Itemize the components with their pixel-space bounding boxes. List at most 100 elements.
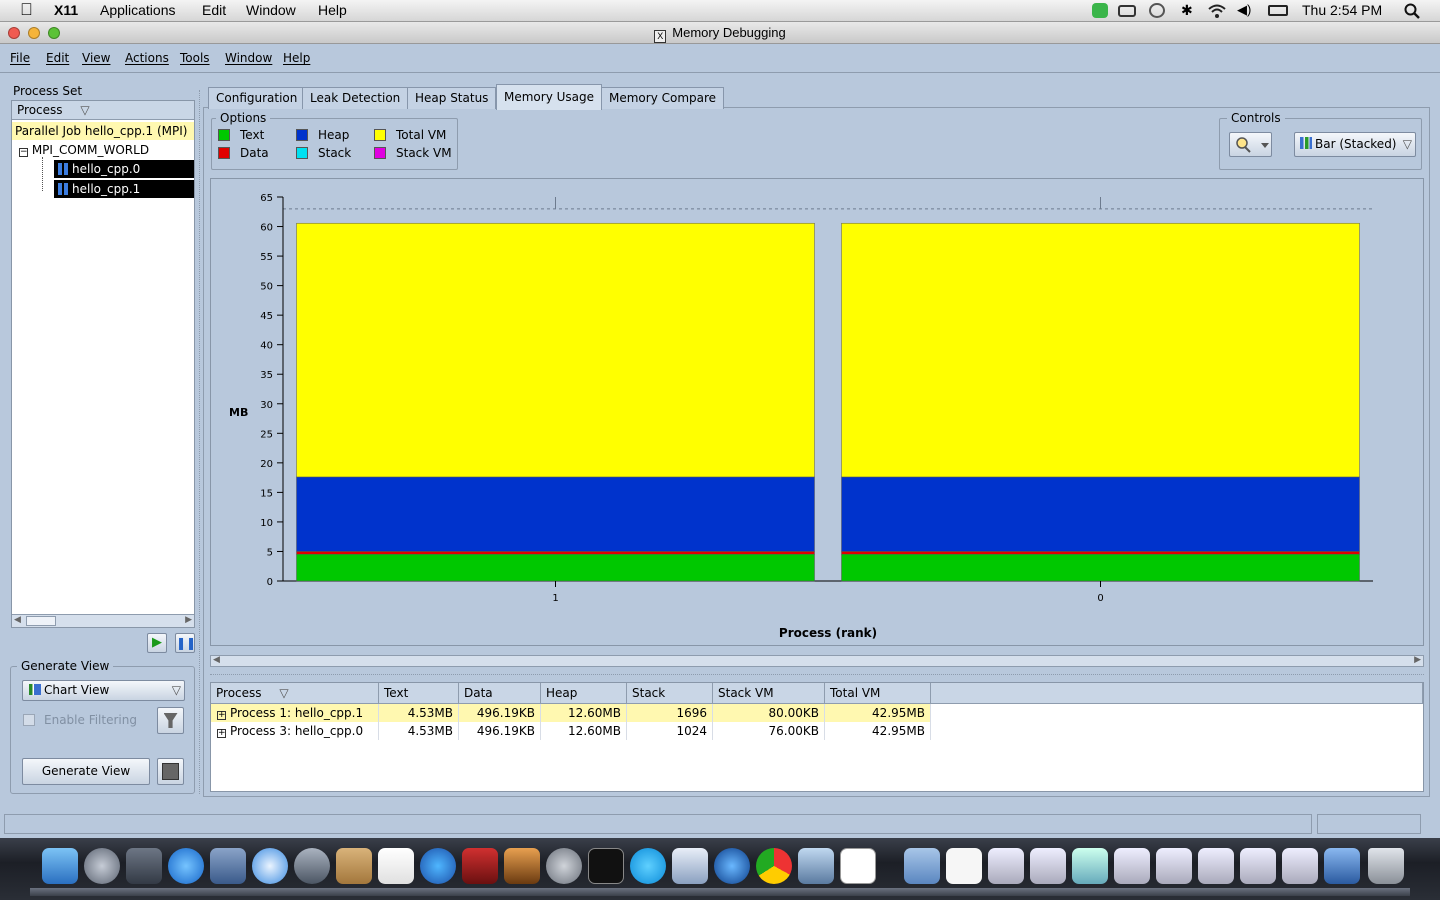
minimize-window-button[interactable] <box>28 27 40 39</box>
generate-view-button[interactable]: Generate View <box>22 758 150 785</box>
iphoto-icon[interactable] <box>504 848 540 884</box>
menu-clock[interactable]: Thu 2:54 PM <box>1302 2 1382 18</box>
column-header-text[interactable]: Text <box>379 683 459 704</box>
menu-edit[interactable]: Edit <box>202 2 226 18</box>
window-thumbnail-icon[interactable] <box>1030 848 1066 884</box>
window-thumbnail-icon[interactable] <box>1198 848 1234 884</box>
tree-expand-icon[interactable]: − <box>19 148 28 157</box>
scroll-thumb[interactable] <box>26 616 56 626</box>
sort-funnel-icon[interactable]: ▽ <box>276 686 288 700</box>
close-window-button[interactable] <box>8 27 20 39</box>
chrome-icon[interactable] <box>756 848 792 884</box>
menu-help-app[interactable]: Help <box>283 51 310 65</box>
image-capture-icon[interactable] <box>798 848 834 884</box>
finder-icon[interactable] <box>42 848 78 884</box>
parallel-job-row[interactable]: Parallel Job hello_cpp.1 (MPI) <box>12 122 194 140</box>
column-header-process[interactable]: Process ▽ <box>211 683 379 704</box>
option-data-checkbox[interactable] <box>218 147 230 159</box>
menu-help[interactable]: Help <box>318 2 347 18</box>
tab-memory-compare[interactable]: Memory Compare <box>601 87 725 109</box>
launchpad-icon[interactable] <box>84 848 120 884</box>
sort-funnel-icon[interactable]: ▽ <box>80 103 89 117</box>
filter-button[interactable] <box>157 707 184 734</box>
column-header-stack[interactable]: Stack <box>627 683 713 704</box>
tree-horizontal-scrollbar[interactable]: ◀ ▶ <box>12 614 194 627</box>
comm-world-row[interactable]: − MPI_COMM_WORLD <box>19 142 149 158</box>
photo-booth-icon[interactable] <box>462 848 498 884</box>
menu-view[interactable]: View <box>82 51 110 65</box>
tree-expand-icon[interactable]: + <box>217 711 226 720</box>
window-thumbnail-icon[interactable] <box>1240 848 1276 884</box>
process-column-header[interactable]: Process ▽ <box>12 101 194 120</box>
window-thumbnail-icon[interactable] <box>1114 848 1150 884</box>
facetime-icon[interactable] <box>294 848 330 884</box>
column-header-data[interactable]: Data <box>459 683 541 704</box>
spotlight-search-icon[interactable] <box>1404 3 1420 19</box>
scroll-left-icon[interactable]: ◀ <box>14 615 21 625</box>
quicktime-icon[interactable] <box>714 848 750 884</box>
terminal-icon[interactable] <box>588 848 624 884</box>
x11-icon[interactable] <box>840 848 876 884</box>
option-heap-checkbox[interactable] <box>296 129 308 141</box>
memory-usage-table[interactable]: Process ▽ Text Data Heap Stack Stack VM Total … <box>210 682 1424 792</box>
view-type-select[interactable]: Chart View ▽ <box>22 680 185 701</box>
scroll-left-icon[interactable]: ◀ <box>213 655 220 665</box>
zoom-window-button[interactable] <box>48 27 60 39</box>
app-menu[interactable]: X11 <box>54 2 78 18</box>
bluetooth-icon[interactable]: ✱ <box>1181 2 1193 19</box>
preview-icon[interactable] <box>210 848 246 884</box>
option-stack-checkbox[interactable] <box>296 147 308 159</box>
window-thumbnail-icon[interactable] <box>1156 848 1192 884</box>
menu-file[interactable]: File <box>10 51 30 65</box>
app-store-icon[interactable] <box>168 848 204 884</box>
menu-edit-app[interactable]: Edit <box>46 51 69 65</box>
skype-icon[interactable] <box>630 848 666 884</box>
zoom-button[interactable] <box>1229 132 1272 157</box>
pause-button[interactable]: ❚❚ <box>175 633 196 653</box>
option-text-checkbox[interactable] <box>218 129 230 141</box>
chart-horizontal-scrollbar[interactable]: ◀ ▶ <box>210 655 1424 667</box>
wifi-icon[interactable] <box>1207 3 1227 19</box>
window-thumbnail-icon[interactable] <box>1282 848 1318 884</box>
option-total-vm-checkbox[interactable] <box>374 129 386 141</box>
itunes-icon[interactable] <box>420 848 456 884</box>
safari-icon[interactable] <box>252 848 288 884</box>
battery-icon[interactable] <box>1268 5 1288 16</box>
menu-window-app[interactable]: Window <box>225 51 272 65</box>
mission-control-icon[interactable] <box>126 848 162 884</box>
process-set-tree[interactable]: Process ▽ Parallel Job hello_cpp.1 (MPI)… <box>11 100 195 628</box>
folder-icon[interactable] <box>904 848 940 884</box>
play-button[interactable]: ▶ <box>147 633 167 653</box>
chart-table-split-divider[interactable] <box>210 674 1424 676</box>
tree-expand-icon[interactable]: + <box>217 729 226 738</box>
evernote-icon[interactable] <box>1092 3 1108 18</box>
tab-memory-usage[interactable]: Memory Usage <box>496 84 603 110</box>
option-stack-vm-checkbox[interactable] <box>374 147 386 159</box>
visit-icon[interactable] <box>672 848 708 884</box>
process-row-hello-cpp-0[interactable]: hello_cpp.0 <box>54 160 194 178</box>
volume-icon[interactable]: ◀) <box>1237 2 1251 18</box>
menu-applications[interactable]: Applications <box>100 2 176 18</box>
window-thumbnail-icon[interactable] <box>1072 848 1108 884</box>
memory-usage-chart[interactable]: 05101520253035404550556065MB1 0Process (r… <box>211 179 1423 645</box>
calendar-icon[interactable] <box>378 848 414 884</box>
stop-button[interactable] <box>157 758 184 785</box>
window-thumbnail-icon[interactable] <box>1324 848 1360 884</box>
scroll-right-icon[interactable]: ▶ <box>185 615 192 625</box>
column-header-total-vm[interactable]: Total VM <box>825 683 931 704</box>
system-preferences-icon[interactable] <box>546 848 582 884</box>
tab-leak-detection[interactable]: Leak Detection <box>302 87 409 109</box>
scroll-right-icon[interactable]: ▶ <box>1414 655 1421 665</box>
tab-heap-status[interactable]: Heap Status <box>407 87 497 109</box>
enable-filtering-checkbox[interactable] <box>23 714 35 726</box>
split-pane-divider[interactable] <box>199 90 202 794</box>
menu-actions[interactable]: Actions <box>125 51 169 65</box>
trash-icon[interactable] <box>1368 848 1404 884</box>
menu-window[interactable]: Window <box>246 2 296 18</box>
column-header-stack-vm[interactable]: Stack VM <box>713 683 825 704</box>
apple-menu-icon[interactable]:  <box>20 0 33 20</box>
column-header-heap[interactable]: Heap <box>541 683 627 704</box>
menu-tools[interactable]: Tools <box>180 51 210 65</box>
table-row[interactable]: + Process 1: hello_cpp.1 4.53MB 496.19KB 12.… <box>211 704 931 722</box>
process-row-hello-cpp-1[interactable]: hello_cpp.1 <box>54 180 194 198</box>
